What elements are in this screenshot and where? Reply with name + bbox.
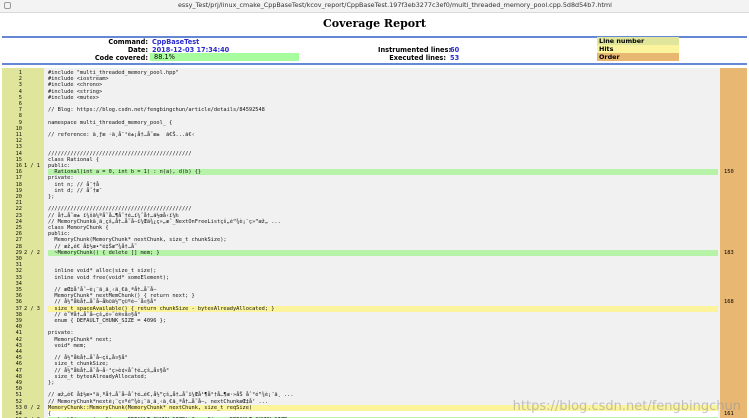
source-listing[interactable]: 1 #include "multi_threaded_memory_pool.hp… xyxy=(2,68,747,418)
legend-order: Order xyxy=(597,53,679,61)
order-number: 150 xyxy=(724,169,734,176)
instrumented-value: 60 xyxy=(450,46,460,54)
legend-line-number: Line number xyxy=(597,37,679,45)
executed-value: 53 xyxy=(450,54,460,62)
bottom-rule xyxy=(2,63,747,65)
order-column xyxy=(720,68,747,418)
page-title: Coverage Report xyxy=(323,17,426,30)
date-label: Date: xyxy=(127,46,148,54)
command-value: CppBaseTest xyxy=(152,38,200,46)
page-icon xyxy=(4,2,11,9)
command-label: Command: xyxy=(108,38,148,46)
coverage-value: 88.1% xyxy=(154,53,175,61)
executed-label: Executed lines: xyxy=(389,54,446,62)
url-text[interactable]: essy_Test/prj/linux_cmake_CppBaseTest/kc… xyxy=(178,1,612,9)
report-title-bar: Coverage Report xyxy=(0,12,749,36)
watermark: https://blog.csdn.net/fengbingchun xyxy=(512,399,741,414)
order-number: 183 xyxy=(724,249,734,256)
legend-hits: Hits xyxy=(597,45,679,53)
instrumented-label: Instrumented lines: xyxy=(378,46,452,54)
covered-label: Code covered: xyxy=(94,54,148,62)
coverage-bar: 88.1% xyxy=(150,53,299,61)
order-number: 168 xyxy=(724,299,734,306)
